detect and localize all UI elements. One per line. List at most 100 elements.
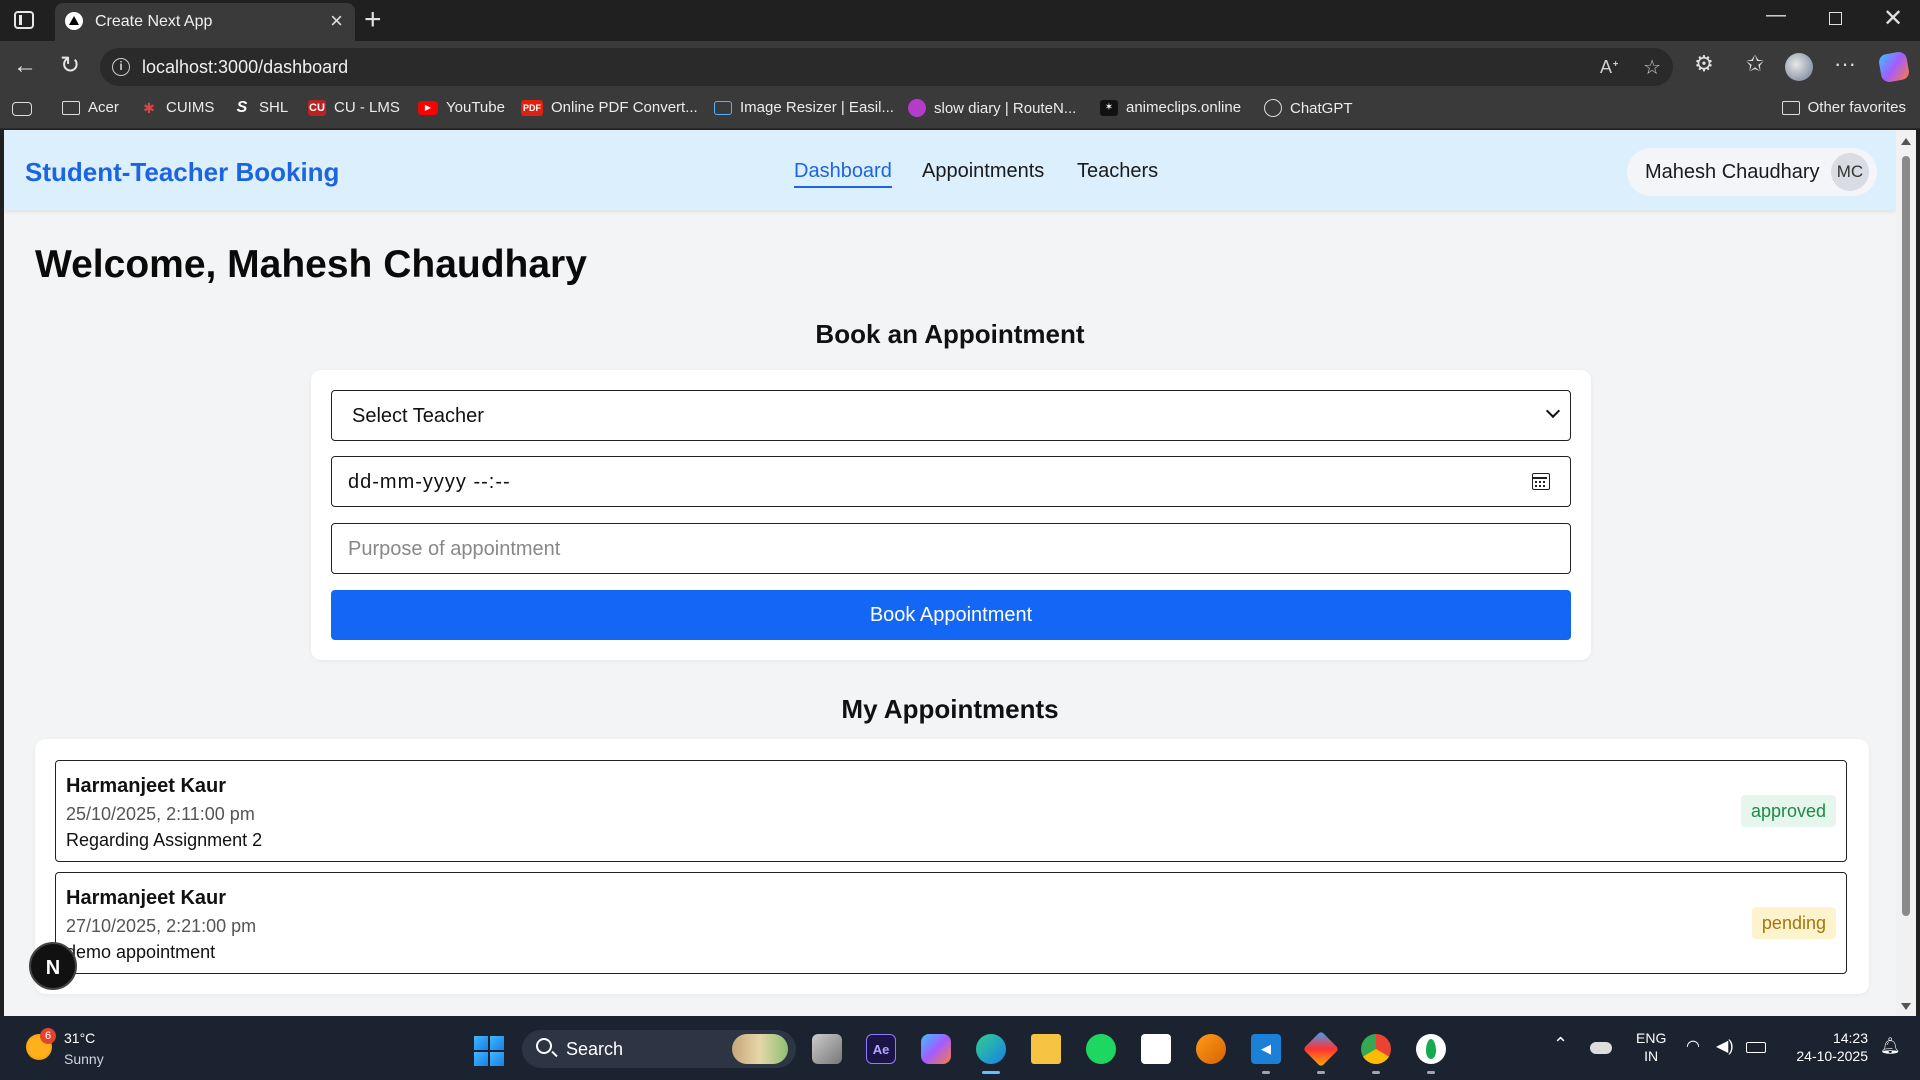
copilot-icon[interactable] (1877, 50, 1911, 84)
browser-tab[interactable]: Create Next App × (55, 3, 355, 41)
bookmark-chatgpt[interactable]: ChatGPT (1264, 99, 1353, 117)
bookmark-acer[interactable]: Acer (62, 99, 119, 116)
page-scrollbar[interactable] (1896, 130, 1916, 1016)
chrome-icon[interactable] (1361, 1034, 1391, 1064)
read-aloud-icon[interactable]: Aᐩ (1600, 57, 1619, 78)
window-close-icon[interactable]: ✕ (1878, 4, 1908, 33)
nextjs-dev-indicator[interactable]: N (29, 942, 77, 990)
back-icon[interactable]: ← (10, 53, 40, 79)
spotify-icon[interactable] (1086, 1034, 1116, 1064)
wifi-icon[interactable]: ◠ (1686, 1036, 1700, 1056)
scroll-thumb[interactable] (1902, 156, 1910, 916)
shl-icon: S (236, 98, 248, 116)
clock-date: 24-10-2025 (1796, 1048, 1868, 1064)
running-app-indicator (1262, 1071, 1270, 1074)
battery-icon[interactable] (1746, 1042, 1766, 1053)
other-favorites[interactable]: Other favorites (1781, 99, 1906, 116)
appointment-purpose: Regarding Assignment 2 (66, 830, 263, 850)
search-label: Search (566, 1039, 624, 1059)
volume-icon[interactable]: ◀) (1716, 1036, 1734, 1056)
extensions-icon[interactable]: ⚙ (1689, 51, 1719, 77)
weather-temp[interactable]: 31°C (64, 1030, 95, 1046)
mongodb-compass-icon[interactable] (1416, 1034, 1446, 1064)
bookmark-pdf-converter[interactable]: PDF Online PDF Convert... (521, 99, 698, 116)
bookmark-youtube[interactable]: ▶ YouTube (418, 99, 505, 116)
weather-desc[interactable]: Sunny (64, 1051, 104, 1067)
folder-icon (1781, 100, 1800, 115)
file-explorer-icon[interactable] (1031, 1034, 1061, 1064)
nav-teachers[interactable]: Teachers (1077, 160, 1158, 183)
slow-diary-icon (908, 99, 926, 117)
list-item: Harmanjeet Kaur 25/10/2025, 2:11:00 pm R… (55, 760, 1847, 862)
scroll-down-icon[interactable] (1901, 1003, 1911, 1010)
avatar: MC (1831, 153, 1869, 191)
bookmark-label: Online PDF Convert... (551, 99, 698, 116)
start-menu-icon[interactable] (474, 1036, 504, 1066)
vscode-icon[interactable]: ◀ (1251, 1034, 1281, 1064)
bookmark-animeclips[interactable]: ✶ animeclips.online (1100, 99, 1241, 116)
pdf-icon: PDF (521, 99, 543, 116)
bookmark-cu-lms[interactable]: CU CU - LMS (308, 99, 400, 116)
bookmark-label: SHL (259, 99, 289, 116)
sidebar-toggle-icon[interactable] (12, 102, 32, 116)
maximize-icon[interactable] (1820, 8, 1850, 31)
status-badge: pending (1751, 907, 1836, 939)
profile-avatar-icon[interactable] (1785, 53, 1813, 81)
book-appointment-button[interactable]: Book Appointment (331, 590, 1571, 640)
url-text[interactable]: localhost:3000/dashboard (142, 57, 348, 78)
microsoft-store-icon[interactable] (1141, 1034, 1171, 1064)
onedrive-icon[interactable] (1590, 1042, 1612, 1054)
bookmark-shl[interactable]: S SHL (233, 98, 289, 116)
bookmark-slow-diary[interactable]: slow diary | RouteN... (908, 99, 1076, 117)
more-options-icon[interactable]: ··· (1830, 51, 1860, 77)
tray-overflow-icon[interactable]: ⌃ (1553, 1034, 1568, 1055)
bookmark-image-resizer[interactable]: Image Resizer | Easil... (714, 99, 894, 116)
tab-actions-icon[interactable] (14, 11, 34, 29)
user-menu[interactable]: Mahesh Chaudhary MC (1627, 148, 1877, 196)
weather-badge: 6 (40, 1028, 56, 1044)
copilot-app-icon[interactable] (921, 1034, 951, 1064)
youtube-icon: ▶ (418, 100, 438, 115)
language-indicator[interactable]: ENG IN (1636, 1029, 1666, 1065)
new-tab-icon[interactable]: + (364, 3, 382, 37)
reload-icon[interactable]: ↻ (55, 53, 85, 79)
region-code: IN (1644, 1048, 1659, 1064)
fl-studio-icon[interactable] (1196, 1034, 1226, 1064)
edge-icon[interactable] (976, 1034, 1006, 1064)
scroll-up-icon[interactable] (1901, 138, 1911, 145)
bookmark-label: ChatGPT (1290, 99, 1353, 117)
search-icon (536, 1038, 552, 1054)
browser-toolbar: ← ↻ i localhost:3000/dashboard Aᐩ ☆ ⚙ ✩ … (0, 41, 1920, 91)
datetime-input[interactable]: dd-mm-yyyy --:-- (331, 456, 1571, 507)
git-icon[interactable] (1302, 1030, 1340, 1068)
teacher-select[interactable]: Select Teacher (331, 390, 1571, 441)
site-info-icon[interactable]: i (112, 58, 130, 76)
chatgpt-icon (1264, 99, 1282, 117)
taskbar-search[interactable]: Search (522, 1030, 796, 1068)
favorites-icon[interactable]: ✩ (1740, 51, 1770, 77)
bookmark-label: Acer (88, 99, 119, 116)
brand-title[interactable]: Student-Teacher Booking (25, 157, 339, 188)
list-item: Harmanjeet Kaur 27/10/2025, 2:21:00 pm d… (55, 872, 1847, 974)
purpose-input[interactable]: Purpose of appointment (331, 523, 1571, 574)
tab-close-icon[interactable]: × (330, 9, 343, 33)
after-effects-icon[interactable]: Ae (866, 1034, 896, 1064)
cuims-icon: ✱ (143, 99, 155, 116)
animeclips-icon: ✶ (1100, 99, 1118, 116)
calendar-icon[interactable] (1532, 473, 1550, 490)
nav-appointments[interactable]: Appointments (922, 160, 1044, 183)
system-clock[interactable]: 14:23 24-10-2025 (1788, 1029, 1868, 1065)
bookmark-cuims[interactable]: ✱ CUIMS (140, 99, 214, 116)
running-app-indicator (1427, 1071, 1435, 1074)
favorite-star-icon[interactable]: ☆ (1643, 55, 1661, 80)
datetime-value: dd-mm-yyyy --:-- (348, 471, 511, 493)
folder-icon (62, 100, 80, 115)
notification-bell-icon[interactable]: 🔔︎ (1880, 1036, 1900, 1056)
task-view-icon[interactable] (812, 1034, 842, 1064)
address-bar[interactable]: i localhost:3000/dashboard Aᐩ ☆ (100, 48, 1673, 86)
bookmark-label: animeclips.online (1126, 99, 1242, 116)
bookmark-label: slow diary | RouteN... (934, 99, 1077, 117)
minimize-icon[interactable]: — (1761, 4, 1791, 27)
nav-dashboard[interactable]: Dashboard (794, 160, 892, 188)
search-highlight-image (732, 1034, 788, 1064)
